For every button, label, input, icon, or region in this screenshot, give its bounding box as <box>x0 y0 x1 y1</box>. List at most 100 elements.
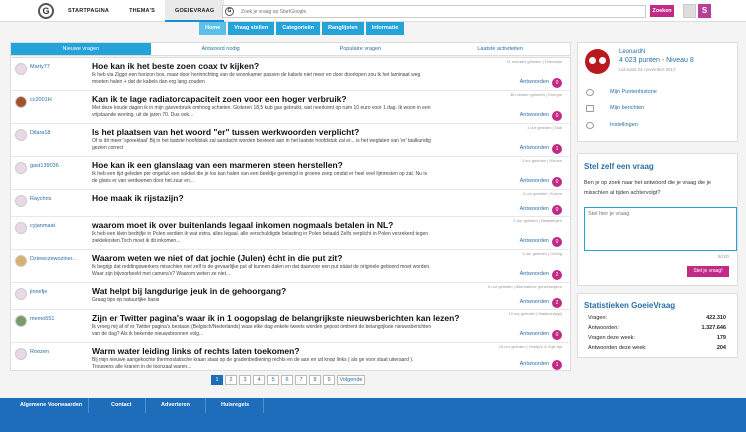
nav-startpagina[interactable]: STARTPAGINA <box>58 0 119 22</box>
answers-link[interactable]: Antwoorden <box>520 238 549 244</box>
profile-card: LeonardN 4 023 punten - Niveau 8 Lid sin… <box>577 42 738 142</box>
question-title[interactable]: Wat helpt bij langdurige jeuk in de geho… <box>92 286 286 296</box>
question-textarea[interactable] <box>584 207 737 251</box>
search-input[interactable] <box>241 7 621 16</box>
question-item[interactable]: jinnefje Wat helpt bij langdurige jeuk i… <box>11 283 570 310</box>
user-icon[interactable] <box>683 4 696 18</box>
profile-avatar-large[interactable] <box>585 49 610 74</box>
question-text: Bij mijn nieuwe aangekochte thermostatis… <box>92 357 414 370</box>
question-item[interactable]: Dziewczewoziner... Waarom weten we niet … <box>11 250 570 283</box>
next-page-button[interactable]: Volgende <box>337 375 365 385</box>
user-avatar[interactable] <box>15 222 27 234</box>
page-7[interactable]: 7 <box>295 375 307 385</box>
tab-laatste-activiteiten[interactable]: Laatste activiteiten <box>430 43 570 55</box>
settings-link[interactable]: Instellingen <box>610 122 638 128</box>
footer-rules-link[interactable]: Huisregels <box>221 402 249 408</box>
question-user[interactable]: Dziewczewoziner... <box>30 256 85 262</box>
subnav-home[interactable]: Home <box>199 22 227 35</box>
answers-link[interactable]: Antwoorden <box>520 331 549 337</box>
question-list: Marty77 Hoe kan ik het beste zoen coax t… <box>10 57 571 371</box>
question-user[interactable]: cyjanmaat <box>30 223 85 229</box>
footer-contact-link[interactable]: Contact <box>111 402 131 408</box>
user-avatar[interactable] <box>15 195 27 207</box>
subnav-vraag-stellen[interactable]: Vraag stellen <box>228 22 275 35</box>
search-button[interactable]: Zoeken <box>650 5 674 17</box>
question-item[interactable]: Dilara18 Is het plaatsen van het woord "… <box>11 124 570 157</box>
page-8[interactable]: 8 <box>309 375 321 385</box>
page-5[interactable]: 5 <box>267 375 279 385</box>
user-avatar[interactable] <box>15 63 27 75</box>
answers-link[interactable]: Antwoorden <box>520 145 549 151</box>
page-3[interactable]: 3 <box>239 375 251 385</box>
footer-terms-link[interactable]: Algemene Voorwaarden <box>20 402 82 408</box>
user-avatar[interactable] <box>15 315 27 327</box>
tab-nieuwe-vragen[interactable]: Nieuwe vragen <box>11 43 151 55</box>
profile-name[interactable]: LeonardN <box>619 49 645 55</box>
question-title[interactable]: Hoe kan ik het beste zoen coax tv kijken… <box>92 61 259 71</box>
question-user[interactable]: Raychris <box>30 196 85 202</box>
startgoogle-logo[interactable]: G <box>38 3 54 19</box>
user-avatar[interactable] <box>15 348 27 360</box>
question-item[interactable]: Roozen Warm water leiding links of recht… <box>11 343 570 371</box>
question-user[interactable]: Roozen <box>30 349 85 355</box>
answers-link[interactable]: Antwoorden <box>520 361 549 367</box>
question-user[interactable]: gast139036 <box>30 163 85 169</box>
stat-row: Vragen: 422.310 <box>588 315 726 321</box>
user-avatar[interactable] <box>15 255 27 267</box>
question-item[interactable]: Raychris Hoe maak ik rijstazijn? 3 uur g… <box>11 190 570 217</box>
subnav-informatie[interactable]: Informatie <box>365 22 405 35</box>
page-6[interactable]: 6 <box>281 375 293 385</box>
question-item[interactable]: Marty77 Hoe kan ik het beste zoen coax t… <box>11 58 570 91</box>
pagination: 1 2 3 4 5 6 7 8 9 Volgende <box>211 375 367 385</box>
stat-label: Antwoorden deze week: <box>588 345 647 351</box>
question-user[interactable]: cc2001H <box>30 97 85 103</box>
question-item[interactable]: cc2001H Kan ik te lage radiatorcapacitei… <box>11 91 570 124</box>
question-title[interactable]: Waarom weten we niet of dat jochie (Jule… <box>92 253 342 263</box>
page-4[interactable]: 4 <box>253 375 265 385</box>
user-avatar[interactable] <box>15 288 27 300</box>
question-user[interactable]: jinnefje <box>30 289 85 295</box>
question-title[interactable]: Kan ik te lage radiatorcapaciteit zoen v… <box>92 94 347 104</box>
question-text: Ik vroeg mij af of er Twitter pagina's b… <box>92 324 432 337</box>
answers-link[interactable]: Antwoorden <box>520 178 549 184</box>
question-item[interactable]: cyjanmaat waarom moet ik over buitenland… <box>11 217 570 250</box>
ask-question-button[interactable]: Stel je vraag! <box>687 266 729 277</box>
answers-link[interactable]: Antwoorden <box>520 299 549 305</box>
page-1[interactable]: 1 <box>211 375 223 385</box>
nav-themas[interactable]: THEMA'S <box>119 0 165 22</box>
question-item[interactable]: memo551 Zijn er Twitter pagina's waar ik… <box>11 310 570 343</box>
profile-avatar[interactable]: S <box>698 4 711 18</box>
stat-value: 179 <box>716 335 726 341</box>
mask-eye-left <box>589 57 596 64</box>
answers-link[interactable]: Antwoorden <box>520 79 549 85</box>
question-user[interactable]: Marty77 <box>30 64 85 70</box>
nav-goeievraag[interactable]: GOEIEVRAAG <box>165 0 225 22</box>
question-title[interactable]: Hoe maak ik rijstazijn? <box>92 193 184 203</box>
footer-advertise-link[interactable]: Adverteren <box>161 402 190 408</box>
answer-count-badge: 2 <box>552 298 562 308</box>
question-title[interactable]: Zijn er Twitter pagina's waar ik in 1 oo… <box>92 313 459 323</box>
page-2[interactable]: 2 <box>225 375 237 385</box>
question-user[interactable]: Dilara18 <box>30 130 85 136</box>
question-item[interactable]: gast139036 Hoe kan ik een glanslaag van … <box>11 157 570 190</box>
page-9[interactable]: 9 <box>323 375 335 385</box>
user-avatar[interactable] <box>15 129 27 141</box>
question-text: Met deze koude dagen ik in mijn gasverbr… <box>92 105 431 118</box>
question-title[interactable]: waarom moet ik over buitenlands legaal i… <box>92 220 393 230</box>
points-history-link[interactable]: Mijn Puntenhistorie <box>610 89 657 95</box>
subnav-categorieen[interactable]: Categorieën <box>276 22 321 35</box>
question-title[interactable]: Is het plaatsen van het woord "er" tusse… <box>92 127 359 137</box>
answers-link[interactable]: Antwoorden <box>520 271 549 277</box>
answers-link[interactable]: Antwoorden <box>520 206 549 212</box>
search-box: G <box>222 5 646 18</box>
tab-antwoord-nodig[interactable]: Antwoord nodig <box>151 43 291 55</box>
messages-link[interactable]: Mijn berichten <box>610 105 644 111</box>
tab-populaire-vragen[interactable]: Populaire vragen <box>291 43 431 55</box>
question-title[interactable]: Warm water leiding links of rechts laten… <box>92 346 300 356</box>
answers-link[interactable]: Antwoorden <box>520 112 549 118</box>
user-avatar[interactable] <box>15 162 27 174</box>
question-title[interactable]: Hoe kan ik een glanslaag van een marmere… <box>92 160 343 170</box>
user-avatar[interactable] <box>15 96 27 108</box>
question-user[interactable]: memo551 <box>30 316 85 322</box>
subnav-ranglijsten[interactable]: Ranglijsten <box>322 22 364 35</box>
